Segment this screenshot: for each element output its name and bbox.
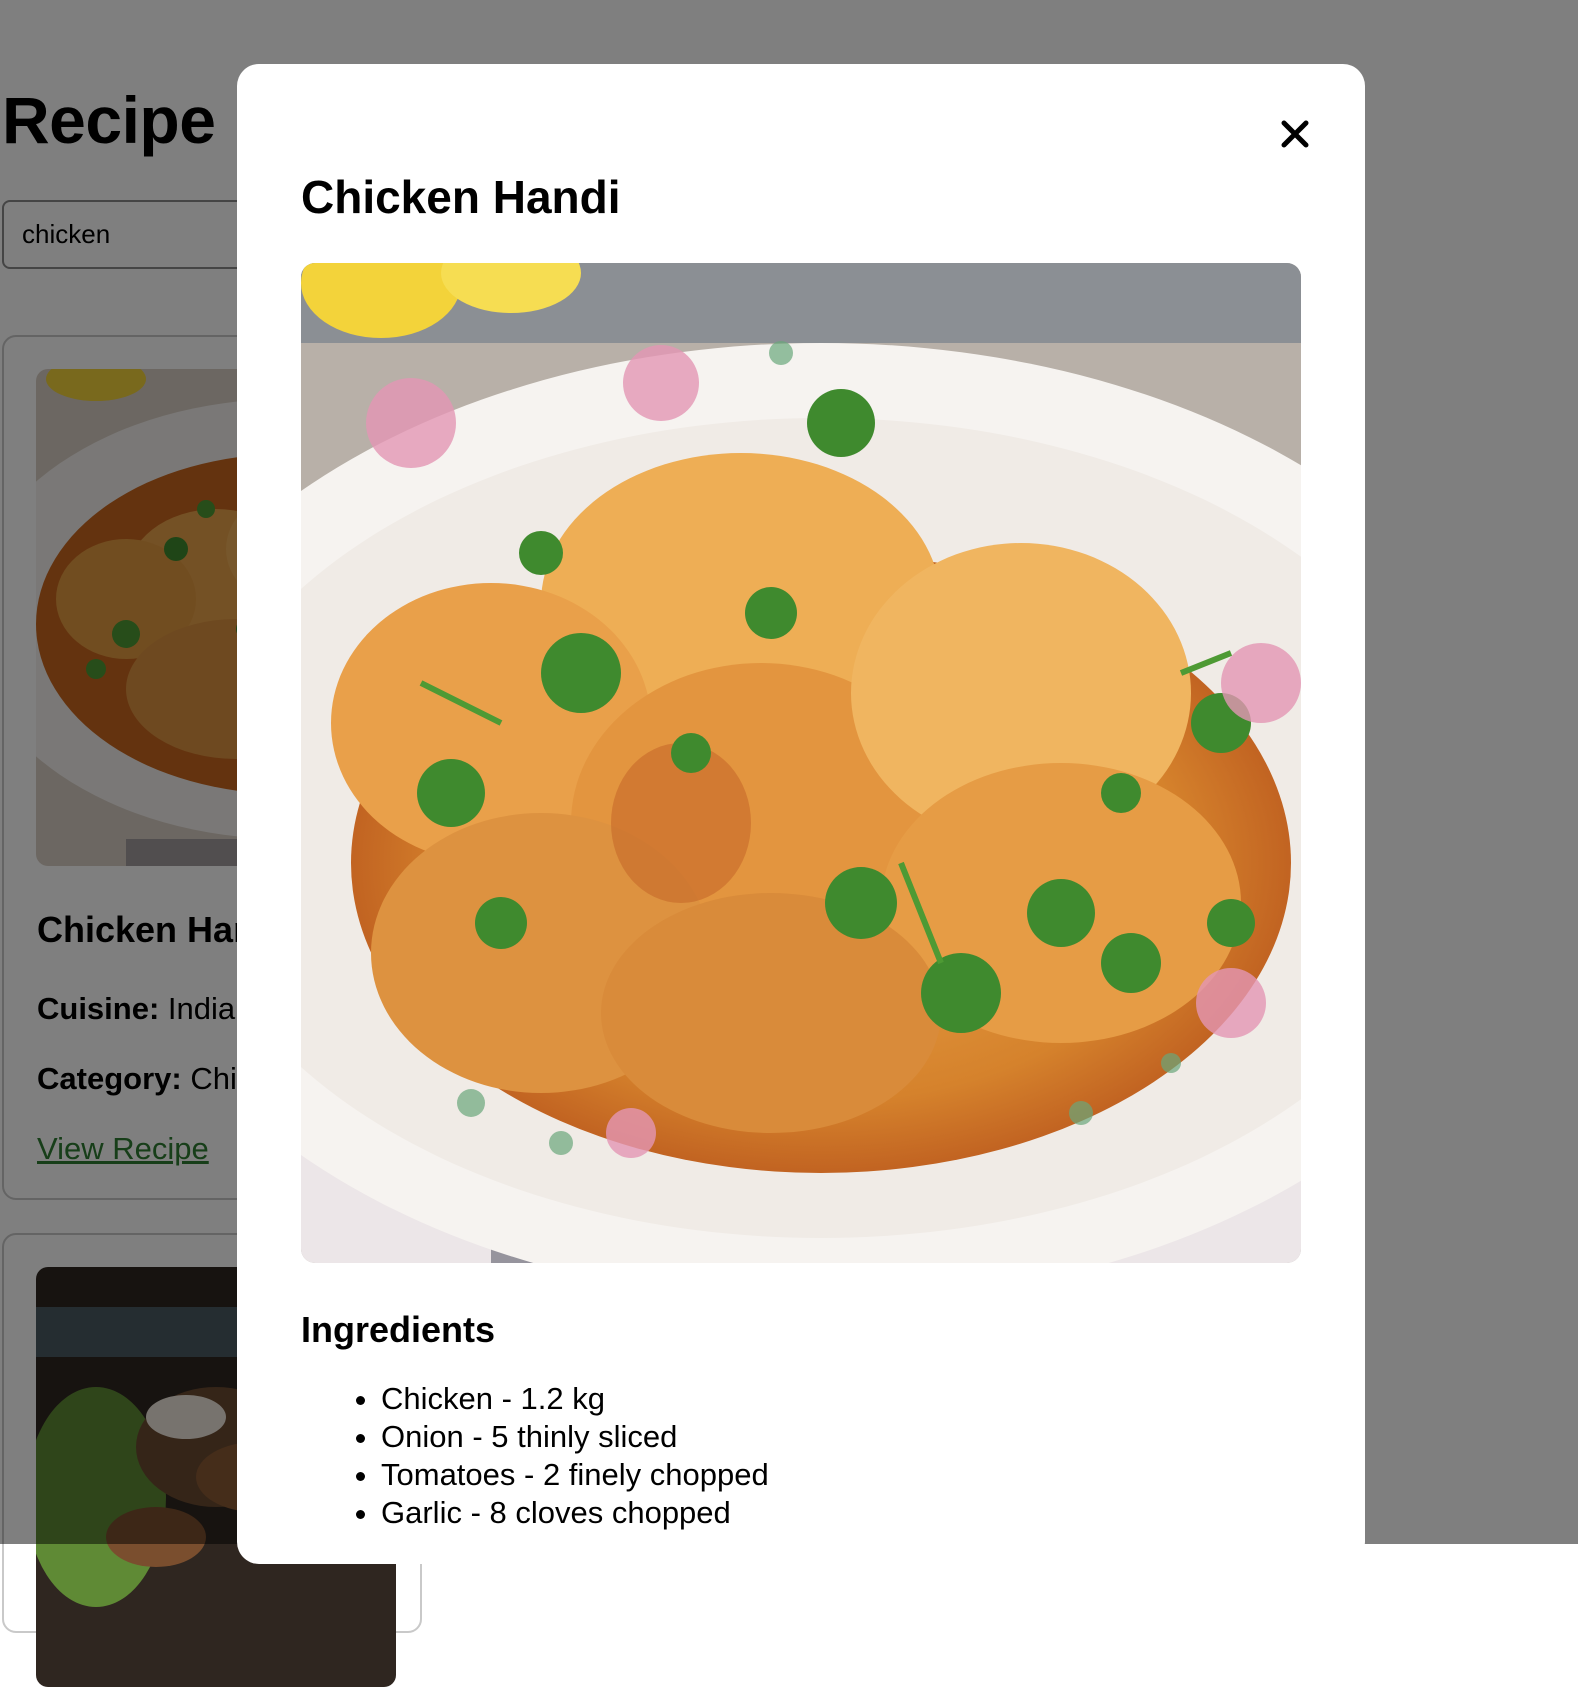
ingredient-item: Tomatoes - 2 finely chopped xyxy=(381,1456,1281,1494)
ingredient-item: Onion - 5 thinly sliced xyxy=(381,1418,1281,1456)
recipe-modal: Chicken Handi Ingredients • Chicken - 1.… xyxy=(237,64,1365,1564)
modal-title: Chicken Handi xyxy=(301,171,621,223)
ingredient-item: Chicken - 1.2 kg xyxy=(381,1380,1281,1418)
recipe-image xyxy=(301,263,1301,1263)
close-icon[interactable] xyxy=(1280,119,1310,149)
ingredient-item: Garlic - 8 cloves chopped xyxy=(381,1494,1281,1532)
ingredients-heading: Ingredients xyxy=(301,1309,496,1350)
close-button[interactable] xyxy=(1275,114,1315,154)
ingredients-list: Chicken - 1.2 kg Onion - 5 thinly sliced… xyxy=(381,1380,1281,1532)
